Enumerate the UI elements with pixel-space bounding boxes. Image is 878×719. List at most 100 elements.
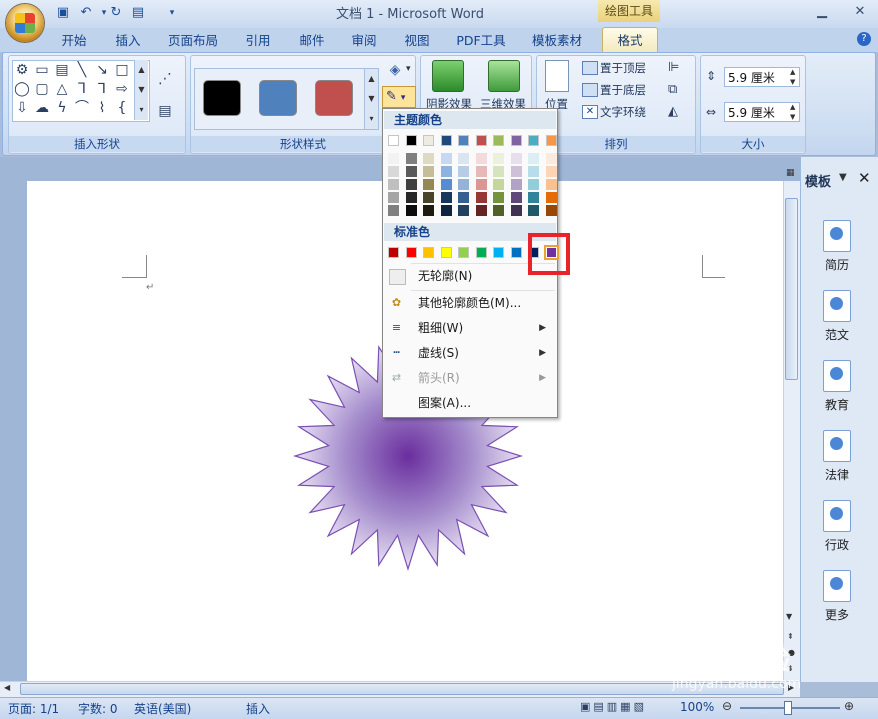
save-icon[interactable]: ▣ xyxy=(55,5,71,21)
lightning-shape-icon[interactable]: ϟ xyxy=(53,99,71,117)
elbow-connector-icon[interactable]: Ꞁ xyxy=(73,80,91,98)
pane-item-education[interactable]: 教育 xyxy=(817,360,857,413)
theme-color-swatch[interactable] xyxy=(458,135,469,146)
line-shape-icon[interactable]: ╲ xyxy=(73,61,91,79)
standard-color-swatch[interactable] xyxy=(405,247,417,258)
pane-item-resume[interactable]: 简历 xyxy=(817,220,857,273)
theme-shade-swatch[interactable] xyxy=(388,192,399,203)
status-word-count[interactable]: 字数: 0 xyxy=(78,700,118,717)
scroll-down-icon[interactable]: ▼ xyxy=(786,612,792,621)
zoom-in-icon[interactable]: ⊕ xyxy=(844,699,854,713)
vertical-scroll-thumb[interactable] xyxy=(785,198,798,380)
tab-page-layout[interactable]: 页面布局 xyxy=(164,30,222,52)
oval-shape-icon[interactable]: ◯ xyxy=(13,80,31,98)
theme-shade-swatch[interactable] xyxy=(458,192,469,203)
theme-shade-swatch[interactable] xyxy=(475,166,487,177)
theme-shade-swatch[interactable] xyxy=(528,179,539,190)
ruler-toggle-icon[interactable]: ▦ xyxy=(786,168,795,178)
standard-color-swatch[interactable] xyxy=(475,247,487,258)
standard-color-swatch[interactable] xyxy=(458,247,469,258)
quick-access-customize-icon[interactable]: ▾ xyxy=(164,5,180,21)
theme-shade-swatch[interactable] xyxy=(458,179,469,190)
status-page[interactable]: 页面: 1/1 xyxy=(8,700,59,717)
down-arrow-shape-icon[interactable]: ⇩ xyxy=(13,99,31,117)
status-zoom[interactable]: 100% xyxy=(680,700,714,714)
theme-shade-swatch[interactable] xyxy=(405,192,417,203)
pane-item-sample-text[interactable]: 范文 xyxy=(817,290,857,343)
send-to-back-icon[interactable] xyxy=(582,83,598,97)
theme-shade-swatch[interactable] xyxy=(475,205,487,216)
theme-shade-swatch[interactable] xyxy=(493,153,504,164)
theme-shade-swatch[interactable] xyxy=(545,179,557,190)
style-swatch-blue[interactable] xyxy=(259,80,297,116)
theme-shade-swatch[interactable] xyxy=(405,179,417,190)
theme-shade-swatch[interactable] xyxy=(423,153,434,164)
theme-shade-swatch[interactable] xyxy=(510,192,522,203)
theme-shade-swatch[interactable] xyxy=(545,192,557,203)
pane-item-admin[interactable]: 行政 xyxy=(817,500,857,553)
theme-shade-swatch[interactable] xyxy=(493,205,504,216)
menu-item-pattern[interactable]: 图案(A)... xyxy=(384,391,556,415)
theme-shade-swatch[interactable] xyxy=(545,205,557,216)
theme-shade-swatch[interactable] xyxy=(440,179,452,190)
fill-dropdown-icon[interactable]: ▾ xyxy=(406,64,411,74)
theme-shade-swatch[interactable] xyxy=(475,153,487,164)
send-to-back-label[interactable]: 置于底层 xyxy=(600,82,646,98)
tab-home[interactable]: 开始 xyxy=(54,30,94,52)
help-icon[interactable]: ? xyxy=(857,32,871,46)
text-wrap-label[interactable]: 文字环绕 xyxy=(600,104,646,120)
theme-shade-swatch[interactable] xyxy=(493,166,504,177)
triangle-shape-icon[interactable]: △ xyxy=(53,80,71,98)
text-wrap-icon[interactable]: ✕ xyxy=(582,105,598,119)
bring-to-front-icon[interactable] xyxy=(582,61,598,75)
align-icon[interactable]: ⊫ xyxy=(668,60,679,75)
status-language[interactable]: 英语(美国) xyxy=(134,700,191,717)
three-d-effects-icon[interactable] xyxy=(488,60,520,92)
theme-shade-swatch[interactable] xyxy=(510,179,522,190)
theme-color-swatch[interactable] xyxy=(493,135,504,146)
theme-shade-swatch[interactable] xyxy=(423,166,434,177)
undo-icon[interactable]: ↶ xyxy=(78,5,94,21)
theme-shade-swatch[interactable] xyxy=(475,192,487,203)
theme-color-swatch[interactable] xyxy=(405,135,417,146)
theme-shade-swatch[interactable] xyxy=(440,153,452,164)
scroll-left-icon[interactable]: ◀ xyxy=(4,683,10,692)
theme-shade-swatch[interactable] xyxy=(405,205,417,216)
position-icon[interactable] xyxy=(545,60,569,92)
rounded-rect-shape-icon[interactable]: ▢ xyxy=(33,80,51,98)
status-insert-mode[interactable]: 插入 xyxy=(246,700,270,717)
rotate-icon[interactable]: ◭ xyxy=(668,104,678,119)
pane-menu-icon[interactable]: ▼ xyxy=(839,172,847,183)
theme-shade-swatch[interactable] xyxy=(388,179,399,190)
outline-pen-button[interactable]: ✎ ▾ xyxy=(382,86,416,108)
view-buttons[interactable]: ▣▤▥▦▧ xyxy=(580,700,647,713)
theme-shade-swatch[interactable] xyxy=(388,153,399,164)
theme-shade-swatch[interactable] xyxy=(458,205,469,216)
tab-pdf-tools[interactable]: PDF工具 xyxy=(452,30,510,52)
theme-shade-swatch[interactable] xyxy=(440,205,452,216)
minimize-icon[interactable]: ▁ xyxy=(808,2,836,22)
menu-item-arrows[interactable]: ⇄ 箭头(R) ▶ xyxy=(384,366,556,390)
theme-color-swatch[interactable] xyxy=(423,135,434,146)
theme-shade-swatch[interactable] xyxy=(423,192,434,203)
theme-shade-swatch[interactable] xyxy=(510,166,522,177)
style-swatch-black[interactable] xyxy=(203,80,241,116)
office-button[interactable] xyxy=(6,4,44,42)
pane-item-more[interactable]: 更多 xyxy=(817,570,857,623)
draw-textbox-icon[interactable]: ▤ xyxy=(156,102,174,120)
standard-color-swatch[interactable] xyxy=(423,247,434,258)
standard-color-swatch[interactable] xyxy=(440,247,452,258)
menu-item-more-outline-colors[interactable]: ✿ 其他轮廓颜色(M)... xyxy=(384,291,556,315)
theme-shade-swatch[interactable] xyxy=(440,166,452,177)
tab-mailings[interactable]: 邮件 xyxy=(292,30,332,52)
theme-color-swatch[interactable] xyxy=(388,135,399,146)
theme-shade-swatch[interactable] xyxy=(405,153,417,164)
standard-color-swatch[interactable] xyxy=(388,247,399,258)
theme-shade-swatch[interactable] xyxy=(405,166,417,177)
tab-references[interactable]: 引用 xyxy=(238,30,278,52)
textbox-shape-icon[interactable]: ▭ xyxy=(33,61,51,79)
theme-shade-swatch[interactable] xyxy=(388,166,399,177)
shape-gallery-scroll[interactable]: ▲ ▼ ▾ xyxy=(134,60,148,120)
theme-shade-swatch[interactable] xyxy=(458,166,469,177)
tab-review[interactable]: 审阅 xyxy=(344,30,384,52)
